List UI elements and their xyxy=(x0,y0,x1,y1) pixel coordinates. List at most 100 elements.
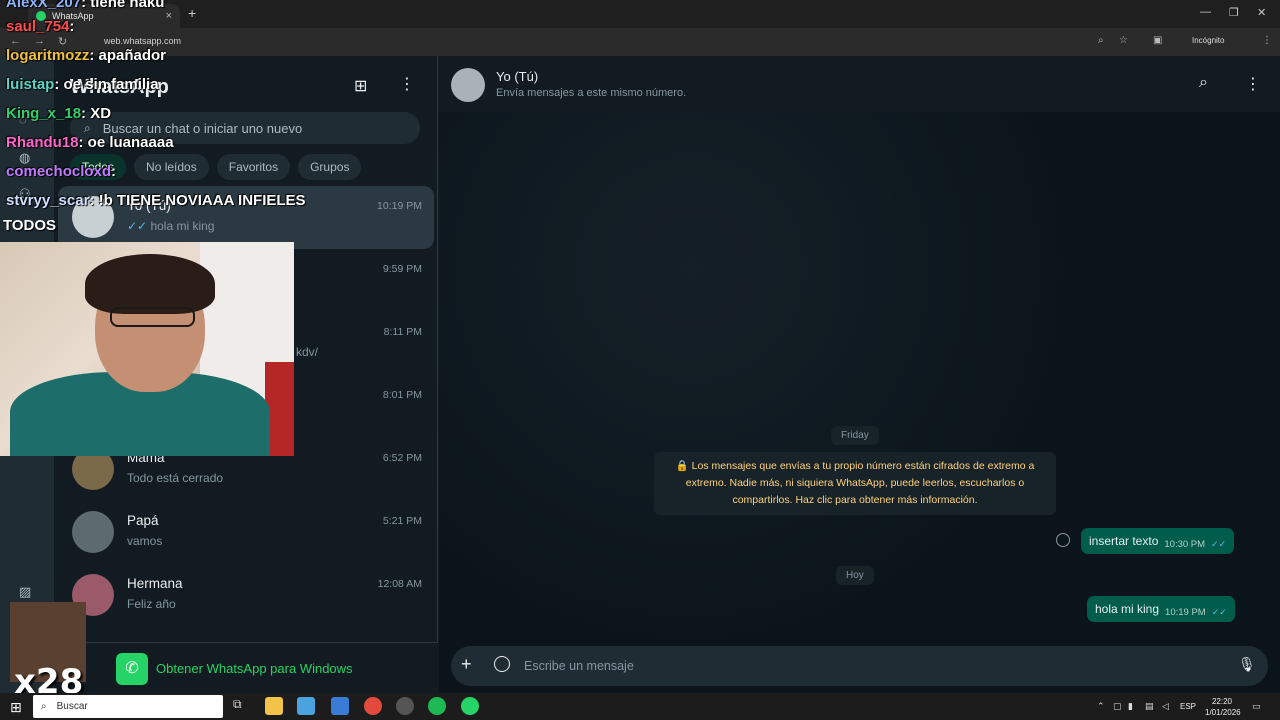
message-text: hola mi king xyxy=(1095,602,1160,616)
get-windows-link[interactable]: Obtener WhatsApp para Windows xyxy=(156,661,353,676)
stream-chat-message: stvryy_scar: !b TIENE NOVIAAA INFIELES xyxy=(6,192,306,209)
conversation-panel: Yo (Tú) Envía mensajes a este mismo núme… xyxy=(439,56,1280,693)
close-window-button[interactable]: ✕ xyxy=(1257,6,1266,19)
stream-chat-text: : tiene haku xyxy=(81,0,165,11)
composer-box: + Escribe un mensaje 🎙 xyxy=(451,646,1268,686)
chat-name: Papá xyxy=(127,513,159,528)
day-separator: Hoy xyxy=(836,566,874,585)
stream-chat-text: : xyxy=(69,18,75,35)
taskbar-search[interactable]: ⌕ Buscar xyxy=(33,695,223,718)
encryption-notice[interactable]: 🔒 Los mensajes que envías a tu propio nú… xyxy=(654,452,1056,515)
stream-chat-message: saul_754: xyxy=(6,18,74,35)
avatar xyxy=(72,511,114,553)
stream-chat-message: King_x_18: XD xyxy=(6,105,111,122)
file-explorer-icon[interactable] xyxy=(265,697,283,715)
chat-preview: Todo está cerrado xyxy=(127,471,224,485)
tray-app-icon[interactable]: ▢ xyxy=(1113,701,1122,712)
media-icon[interactable]: ▨ xyxy=(19,584,31,600)
clock-date: 1/01/2026 xyxy=(1205,708,1241,717)
app-icon[interactable] xyxy=(331,697,349,715)
menu-icon[interactable]: ⋮ xyxy=(399,74,415,94)
attach-icon[interactable]: + xyxy=(461,654,472,675)
maximize-button[interactable]: ❐ xyxy=(1229,6,1239,19)
stream-chat-overlay: AlexX_207: tiene haku saul_754: logaritmo… xyxy=(0,0,320,240)
network-icon[interactable]: ▤ xyxy=(1145,701,1154,712)
stream-chat-user: comechocloxd xyxy=(6,163,112,180)
mic-icon[interactable]: ▮ xyxy=(1128,701,1133,712)
stream-chat-user: logaritmozz xyxy=(6,47,90,64)
stream-chat-user: King_x_18 xyxy=(6,105,82,122)
bookmark-star-icon[interactable]: ☆ xyxy=(1119,35,1128,46)
search-icon[interactable]: ⌕ xyxy=(1199,74,1208,92)
stream-chat-user: luistap xyxy=(6,76,55,93)
extensions-icon[interactable]: ▣ xyxy=(1153,35,1162,46)
day-separator: Friday xyxy=(831,426,879,445)
spotify-icon[interactable] xyxy=(428,697,446,715)
webcam-hair xyxy=(85,254,215,314)
incognito-label[interactable]: Incógnito xyxy=(1192,36,1224,45)
message-text: insertar texto xyxy=(1089,534,1159,548)
tray-chevron-icon[interactable]: ⌃ xyxy=(1097,701,1105,712)
clock-time: 22:20 xyxy=(1211,697,1233,706)
chat-time: 9:59 PM xyxy=(382,263,422,275)
stream-chat-user: stvryy_scar xyxy=(6,192,90,209)
stream-chat-message: AlexX_207: tiene haku xyxy=(6,0,164,11)
chat-name: Hermana xyxy=(127,576,183,591)
stream-chat-message: Rhandu18: oe luanaaaa xyxy=(6,134,174,151)
emoji-reaction-icon[interactable] xyxy=(1056,533,1070,547)
stream-chat-text: : XD xyxy=(81,105,112,122)
stream-chat-message: comechocloxd: xyxy=(6,163,116,180)
webcam-person xyxy=(10,254,270,456)
chat-preview: Feliz año xyxy=(127,597,176,611)
clock[interactable]: 22:20 1/01/2026 xyxy=(1205,696,1241,718)
outgoing-message[interactable]: insertar texto 10:30 PM ✓✓ xyxy=(1081,528,1235,554)
mic-icon[interactable]: 🎙 xyxy=(1238,656,1256,673)
whatsapp-icon: ✆ xyxy=(116,653,148,685)
contact-name: Yo (Tú) xyxy=(496,69,539,84)
read-ticks-icon: ✓✓ xyxy=(1211,606,1227,617)
browser-menu-icon[interactable]: ⋮ xyxy=(1262,35,1272,46)
stream-chat-message: logaritmozz: apañador xyxy=(6,47,166,64)
sticker-icon[interactable] xyxy=(494,656,510,672)
stream-chat-message: luistap: oe sin familia xyxy=(6,76,159,93)
chrome-icon[interactable] xyxy=(364,697,382,715)
whatsapp-taskbar-icon[interactable] xyxy=(461,697,479,715)
volume-icon[interactable]: ◁ xyxy=(1162,701,1169,712)
stream-chat-text: : !b TIENE NOVIAAA INFIELES xyxy=(89,192,306,209)
chat-item-hermana[interactable]: Hermana Feliz año 12:08 AM xyxy=(58,564,434,627)
minimize-button[interactable]: — xyxy=(1200,6,1211,18)
stream-chat-user: saul_754 xyxy=(6,18,70,35)
chat-item-papa[interactable]: Papá vamos 5:21 PM xyxy=(58,501,434,564)
new-chat-icon[interactable]: ⊞ xyxy=(354,76,367,96)
stream-chat-text: : xyxy=(111,163,117,180)
chat-time: 8:01 PM xyxy=(382,389,422,401)
taskbar-search-label: Buscar xyxy=(56,701,88,712)
get-windows-banner[interactable]: ✆ Obtener WhatsApp para Windows xyxy=(54,642,438,693)
stream-label: TODOS xyxy=(3,217,57,234)
menu-icon[interactable]: ⋮ xyxy=(1245,74,1261,94)
conversation-header[interactable]: Yo (Tú) Envía mensajes a este mismo núme… xyxy=(439,56,1280,112)
chat-time: 8:11 PM xyxy=(383,326,422,338)
obs-icon[interactable] xyxy=(396,697,414,715)
language-indicator[interactable]: ESP xyxy=(1180,702,1196,711)
contact-subtitle: Envía mensajes a este mismo número. xyxy=(496,87,687,99)
chat-time: 12:08 AM xyxy=(377,578,422,590)
chat-preview: kdv/ xyxy=(296,345,319,359)
notes-icon[interactable] xyxy=(297,697,315,715)
task-view-icon[interactable]: ⧉ xyxy=(233,697,251,715)
zoom-icon[interactable]: ⌕ xyxy=(1098,35,1104,46)
stream-chat-text: : apañador xyxy=(89,47,167,64)
message-input[interactable]: Escribe un mensaje xyxy=(524,659,634,673)
chat-time: 10:19 PM xyxy=(377,200,422,212)
webcam-glasses xyxy=(110,307,195,327)
outgoing-message[interactable]: hola mi king 10:19 PM ✓✓ xyxy=(1087,596,1235,622)
message-time: 10:19 PM xyxy=(1165,606,1206,618)
chat-preview: vamos xyxy=(127,534,163,548)
avatar[interactable] xyxy=(451,68,485,102)
notifications-icon[interactable]: ▭ xyxy=(1252,701,1261,712)
chat-time: 5:21 PM xyxy=(382,515,422,527)
windows-start-icon[interactable]: ⊞ xyxy=(10,699,22,716)
message-time: 10:30 PM xyxy=(1164,538,1206,550)
stream-chat-text: : oe sin familia xyxy=(54,76,159,93)
read-ticks-icon: ✓✓ xyxy=(1211,538,1227,549)
